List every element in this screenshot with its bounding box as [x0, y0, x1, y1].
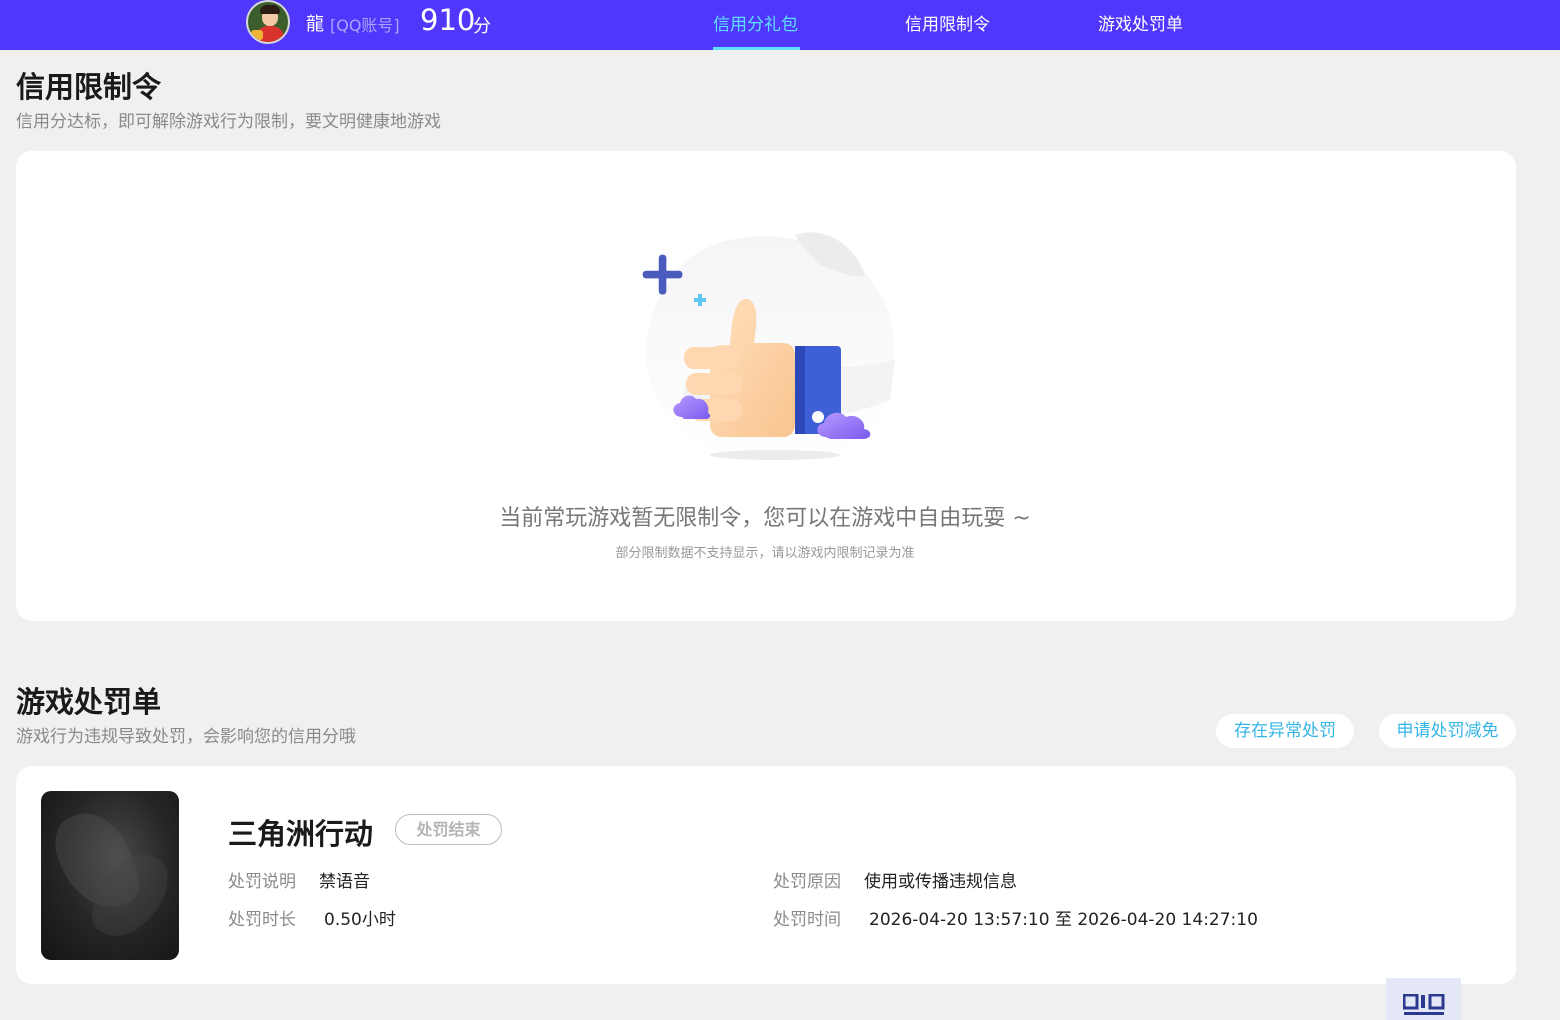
penalty-duration-label: 处罚时长 — [228, 910, 296, 930]
qr-code-button[interactable] — [1386, 978, 1461, 1020]
penalty-section-subtitle: 游戏行为违规导致处罚，会影响您的信用分哦 — [16, 727, 356, 747]
game-cover-image — [41, 791, 179, 960]
restriction-section-subtitle: 信用分达标，即可解除游戏行为限制，要文明健康地游戏 — [16, 112, 441, 132]
active-tab-indicator — [713, 47, 800, 50]
tab-credit-restriction[interactable]: 信用限制令 — [905, 10, 990, 35]
thumbs-up-illustration — [642, 232, 895, 461]
penalty-status-badge: 处罚结束 — [395, 814, 502, 845]
tab-game-penalty[interactable]: 游戏处罚单 — [1098, 10, 1183, 35]
penalty-desc-label: 处罚说明 — [228, 872, 296, 892]
restriction-section-title: 信用限制令 — [16, 70, 162, 104]
credit-score-unit: 分 — [473, 16, 491, 37]
tab-credit-gift[interactable]: 信用分礼包 — [713, 10, 798, 35]
penalty-desc-value: 禁语音 — [319, 872, 370, 892]
penalty-time-label: 处罚时间 — [773, 910, 841, 930]
penalty-reason-value: 使用或传播违规信息 — [864, 872, 1017, 892]
username: 龍 — [306, 14, 324, 35]
qr-code-icon — [1403, 994, 1445, 1015]
penalty-section-title: 游戏处罚单 — [16, 685, 162, 719]
penalty-duration-value: 0.50小时 — [324, 910, 396, 930]
account-type: [QQ账号] — [330, 16, 400, 35]
penalty-time-value: 2026-04-20 13:57:10 至 2026-04-20 14:27:1… — [869, 910, 1258, 930]
empty-restriction-message: 当前常玩游戏暂无限制令，您可以在游戏中自由玩耍 ~ — [499, 506, 1031, 531]
empty-restriction-note: 部分限制数据不支持显示，请以游戏内限制记录为准 — [615, 546, 915, 561]
penalty-reason-label: 处罚原因 — [773, 872, 841, 892]
user-avatar[interactable] — [246, 0, 290, 44]
credit-score: 910 — [420, 3, 476, 37]
game-name: 三角洲行动 — [228, 817, 374, 851]
top-nav-bar: 龍 [QQ账号] 910 分 信用分礼包 信用限制令 游戏处罚单 — [0, 0, 1560, 50]
apply-penalty-reduction-button[interactable]: 申请处罚减免 — [1379, 714, 1516, 748]
report-abnormal-penalty-button[interactable]: 存在异常处罚 — [1216, 714, 1354, 748]
